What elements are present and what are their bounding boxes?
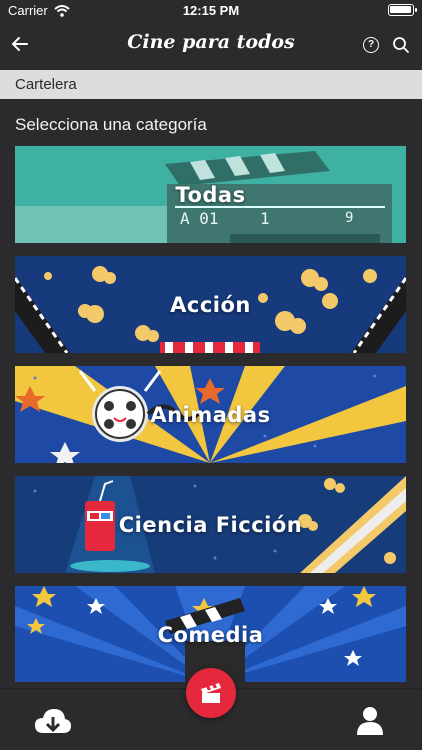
status-bar: Carrier 12:15 PM [0, 0, 422, 22]
category-label-accion: Acción [170, 292, 251, 317]
help-icon[interactable]: ? [363, 37, 379, 53]
clapperboard-icon [201, 683, 221, 703]
search-icon[interactable] [392, 36, 410, 54]
category-label-todas: Todas [175, 182, 246, 207]
category-label-animadas: Animadas [150, 402, 271, 427]
app-title: Cine para todos [127, 31, 295, 53]
category-card-todas[interactable]: A 01 1 9 Todas [15, 146, 406, 243]
category-card-ciencia-ficcion[interactable]: Ciencia Ficción [15, 476, 406, 573]
clapperboard-fab-button[interactable] [186, 668, 236, 718]
section-header: Cartelera [0, 70, 422, 99]
navigation-bar: Cine para todos ? [0, 22, 422, 68]
user-icon[interactable] [355, 705, 385, 737]
category-card-accion[interactable]: Acción [15, 256, 406, 353]
cloud-download-icon[interactable] [33, 705, 73, 737]
clock: 12:15 PM [182, 3, 240, 18]
battery-level [390, 6, 411, 13]
category-prompt: Selecciona una categoría [15, 115, 207, 134]
battery-icon [388, 4, 417, 16]
category-label-ciencia-ficcion: Ciencia Ficción [118, 512, 303, 537]
category-card-animadas[interactable]: Animadas [15, 366, 406, 463]
